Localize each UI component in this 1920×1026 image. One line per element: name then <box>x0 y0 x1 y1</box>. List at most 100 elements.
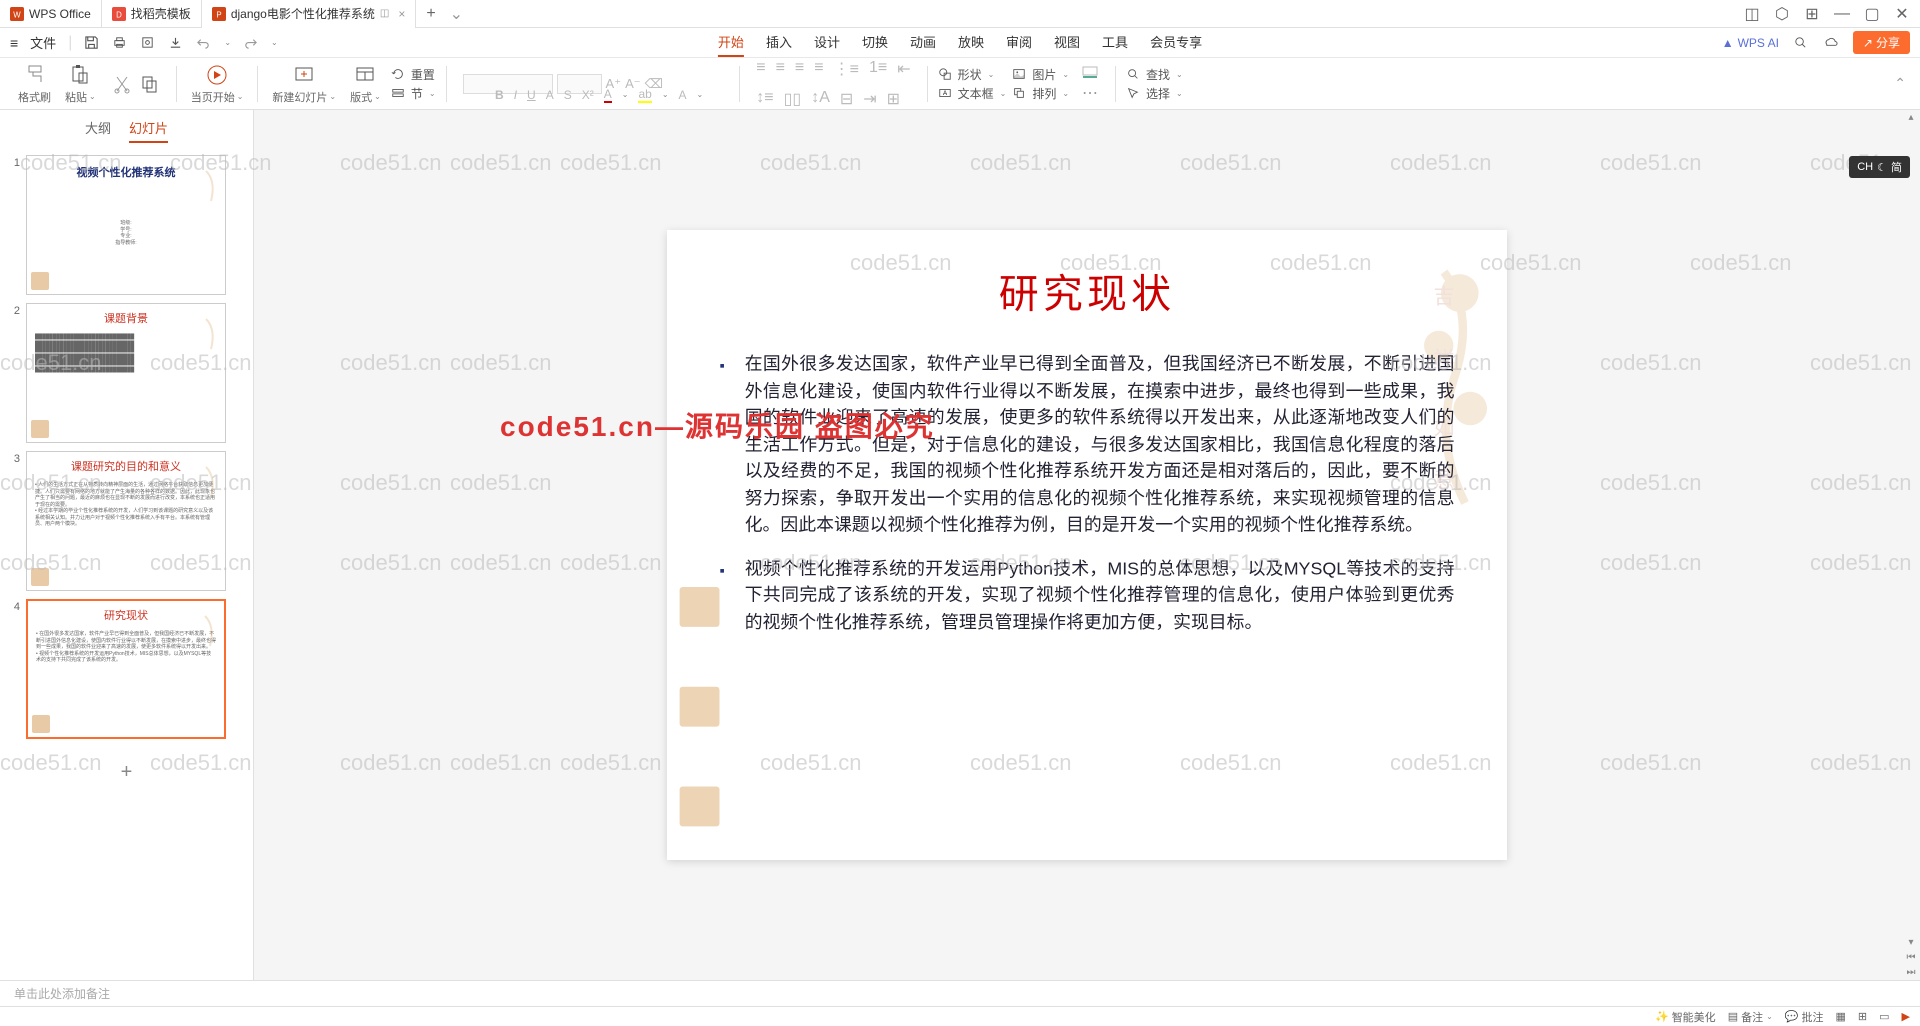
print-icon[interactable] <box>112 35 128 51</box>
tab-document[interactable]: P django电影个性化推荐系统 ◫ × <box>202 0 417 28</box>
tab-design[interactable]: 设计 <box>814 28 840 57</box>
close-tab-icon[interactable]: × <box>398 7 405 21</box>
add-tab-button[interactable]: + <box>416 5 445 23</box>
highlight-button[interactable]: ab <box>638 87 651 103</box>
collapse-ribbon-icon[interactable]: ⌃ <box>1894 75 1906 92</box>
slide-body[interactable]: 在国外很多发达国家，软件产业早已得到全面普及，但我国经济已不断发展，不断引进国外… <box>720 351 1455 636</box>
columns-icon[interactable]: ▯▯ <box>784 89 802 109</box>
tab-vip[interactable]: 会员专享 <box>1150 28 1202 57</box>
prev-slide-icon[interactable]: ⏮ <box>1905 950 1918 965</box>
current-slide[interactable]: 吉 祥 如 意 研究现状 在国外很多发达国家，软件产业早已得到全面普及，但我国经… <box>667 230 1507 860</box>
picture-button[interactable]: 图片⌄ <box>1012 66 1069 83</box>
distribute-icon[interactable]: ⊞ <box>887 89 900 109</box>
bullets-icon[interactable]: ⋮≡ <box>834 59 859 79</box>
slide-thumb-4[interactable]: 研究现状 • 在国外很多发达国家，软件产业早已得到全面普及，但我国经济已不断发展… <box>26 599 226 739</box>
numbering-icon[interactable]: 1≡ <box>869 59 887 79</box>
more-tools-icon[interactable]: ⋯ <box>1082 83 1098 103</box>
bold-button[interactable]: B <box>495 88 504 102</box>
text-effect-button[interactable]: A <box>679 88 687 102</box>
tab-animation[interactable]: 动画 <box>910 28 936 57</box>
strike-button[interactable]: S <box>564 88 572 102</box>
align-center-icon[interactable]: ≡ <box>776 59 785 79</box>
shape-button[interactable]: 形状⌄ <box>938 66 1007 83</box>
scroll-down-icon[interactable]: ▾ <box>1906 935 1915 950</box>
outline-tab[interactable]: 大纲 <box>85 118 111 143</box>
undo-icon[interactable] <box>196 35 212 51</box>
window-layout-icon[interactable]: ◫ <box>1744 6 1760 22</box>
tab-tools[interactable]: 工具 <box>1102 28 1128 57</box>
undo-dropdown-icon[interactable]: ⌄ <box>224 38 231 47</box>
close-window-icon[interactable]: ✕ <box>1894 6 1910 22</box>
wps-ai-button[interactable]: ▲WPS AI <box>1722 36 1779 50</box>
print-preview-icon[interactable] <box>140 35 156 51</box>
from-current-group[interactable]: 当页开始⌄ <box>187 63 248 105</box>
ime-indicator[interactable]: CH ☾ 简 <box>1849 156 1910 178</box>
redo-icon[interactable] <box>243 35 259 51</box>
copy-icon[interactable] <box>140 74 160 94</box>
tab-view[interactable]: 视图 <box>1054 28 1080 57</box>
scroll-up-icon[interactable]: ▴ <box>1906 110 1915 125</box>
tab-start[interactable]: 开始 <box>718 28 744 57</box>
cloud-icon[interactable] <box>1823 35 1839 51</box>
apps-icon[interactable]: ⊞ <box>1804 6 1820 22</box>
indent-right-icon[interactable]: ⇥ <box>863 89 876 109</box>
vertical-scrollbar[interactable]: ▴ ▾ ⏮ ⏭ <box>1904 110 1918 980</box>
hamburger-icon[interactable]: ≡ <box>10 35 18 51</box>
tab-insert[interactable]: 插入 <box>766 28 792 57</box>
font-color-button[interactable]: A <box>604 87 612 103</box>
tab-review[interactable]: 审阅 <box>1006 28 1032 57</box>
strikethrough-button[interactable]: A <box>546 88 554 102</box>
superscript-button[interactable]: X² <box>582 88 594 102</box>
notes-toggle[interactable]: ▤备注⌄ <box>1728 1009 1773 1025</box>
file-menu[interactable]: 文件 <box>30 33 56 52</box>
underline-button[interactable]: U <box>527 88 536 102</box>
arrange-button[interactable]: 排列⌄ <box>1012 85 1069 102</box>
text-direction-icon[interactable]: ↕A <box>811 89 830 109</box>
slide-thumb-3[interactable]: 课题研究的目的和意义 • 人们的生活方式正在从物质转向精神层面的生活，通过网络平… <box>26 451 226 591</box>
redo-dropdown-icon[interactable]: ⌄ <box>271 38 278 47</box>
share-button[interactable]: ↗分享 <box>1853 31 1910 54</box>
smart-beautify-button[interactable]: ✨智能美化 <box>1655 1009 1716 1025</box>
italic-button[interactable]: I <box>514 88 517 102</box>
tab-template[interactable]: D 找稻壳模板 <box>102 0 202 28</box>
slide-thumb-1[interactable]: 视频个性化推荐系统 班级:学号:专业:指导教师: <box>26 155 226 295</box>
select-button[interactable]: 选择⌄ <box>1126 85 1183 102</box>
tab-wps-office[interactable]: W WPS Office <box>0 0 102 28</box>
tab-menu-caret[interactable]: ⌄ <box>450 4 463 24</box>
save-icon[interactable] <box>84 35 100 51</box>
layout-group[interactable]: 版式⌄ <box>346 63 385 105</box>
comments-toggle[interactable]: 💬批注 <box>1785 1009 1824 1025</box>
align-right-icon[interactable]: ≡ <box>795 59 804 79</box>
export-icon[interactable] <box>168 35 184 51</box>
tab-slideshow[interactable]: 放映 <box>958 28 984 57</box>
align-justify-icon[interactable]: ≡ <box>814 59 823 79</box>
slide-title[interactable]: 研究现状 <box>720 262 1455 320</box>
slides-tab[interactable]: 幻灯片 <box>129 118 168 143</box>
section-button[interactable]: 节⌄ <box>391 85 436 102</box>
maximize-icon[interactable]: ▢ <box>1864 6 1880 22</box>
slideshow-view-icon[interactable]: ▶ <box>1902 1010 1910 1023</box>
tab-transition[interactable]: 切换 <box>862 28 888 57</box>
format-painter-group[interactable]: 格式刷 <box>14 63 55 105</box>
line-spacing-icon[interactable]: ↕≡ <box>756 89 773 109</box>
indent-left-icon[interactable]: ⇤ <box>897 59 910 79</box>
cut-icon[interactable] <box>112 74 132 94</box>
paste-group[interactable]: 粘贴⌄ <box>61 63 100 105</box>
align-left-icon[interactable]: ≡ <box>756 59 765 79</box>
cube-icon[interactable]: ⬡ <box>1774 6 1790 22</box>
new-slide-group[interactable]: 新建幻灯片⌄ <box>268 63 340 105</box>
sorter-view-icon[interactable]: ⊞ <box>1858 1010 1867 1023</box>
notes-pane[interactable]: 单击此处添加备注 <box>0 980 1920 1006</box>
next-slide-icon[interactable]: ⏭ <box>1905 965 1918 980</box>
textbox-button[interactable]: A文本框⌄ <box>938 85 1007 102</box>
find-button[interactable]: 查找⌄ <box>1126 66 1183 83</box>
add-slide-button[interactable]: + <box>8 747 245 798</box>
fill-color-button[interactable] <box>1081 65 1099 79</box>
search-icon[interactable] <box>1793 35 1809 51</box>
slide-thumb-2[interactable]: 课题背景 ███████████████████████████████████… <box>26 303 226 443</box>
normal-view-icon[interactable]: ▦ <box>1836 1010 1846 1023</box>
align-vert-icon[interactable]: ⊟ <box>840 89 853 109</box>
reading-view-icon[interactable]: ▭ <box>1879 1010 1889 1023</box>
minimize-icon[interactable]: — <box>1834 6 1850 22</box>
reset-button[interactable]: 重置 <box>391 66 436 83</box>
